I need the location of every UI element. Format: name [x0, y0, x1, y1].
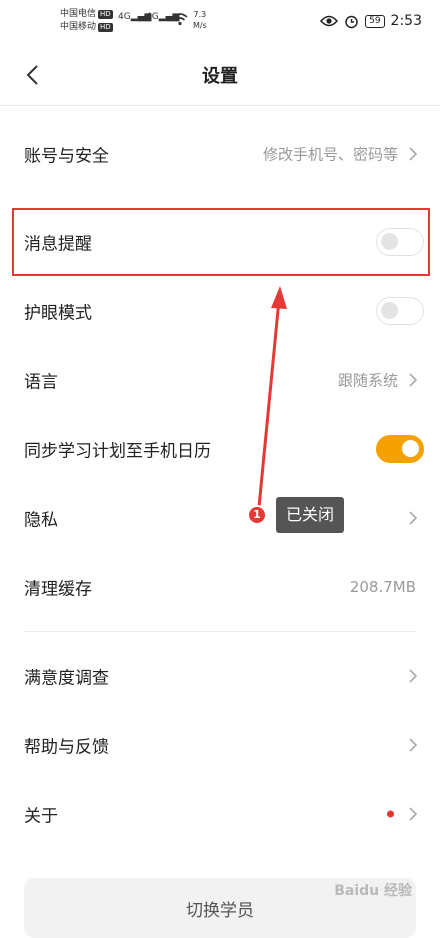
carrier-info: 中国电信 HD 中国移动 HD: [60, 8, 113, 34]
eye-icon: [320, 15, 339, 27]
row-satisfaction-survey[interactable]: 满意度调查: [0, 642, 440, 710]
row-sync-calendar: 同步学习计划至手机日历: [0, 415, 440, 483]
row-label: 帮助与反馈: [24, 737, 109, 758]
sync-calendar-toggle[interactable]: [376, 435, 424, 463]
toggle-knob: [381, 302, 398, 319]
nav-bar: 设置: [0, 44, 440, 106]
row-account-security[interactable]: 账号与安全 修改手机号、密码等: [0, 120, 440, 188]
chevron-right-icon: [409, 373, 418, 387]
watermark: Baidu 经验: [334, 883, 412, 899]
toggle-knob: [402, 440, 419, 457]
page-title: 设置: [202, 66, 238, 87]
row-about[interactable]: 关于: [0, 780, 440, 848]
row-value: 跟随系统: [337, 371, 398, 390]
wifi-icon: [172, 13, 188, 26]
battery-icon: 59: [365, 14, 385, 28]
status-tooltip: 已关闭: [276, 497, 345, 533]
carrier-1: 中国电信: [60, 9, 97, 19]
row-label: 隐私: [24, 510, 58, 531]
row-label: 关于: [24, 806, 58, 827]
status-right: 59 2:53: [320, 13, 422, 29]
row-label: 同步学习计划至手机日历: [24, 441, 211, 462]
row-clear-cache[interactable]: 清理缓存 208.7MB: [0, 553, 440, 621]
row-eye-protection: 护眼模式: [0, 277, 440, 345]
alarm-icon: [345, 15, 358, 28]
eye-protection-toggle[interactable]: [376, 297, 424, 325]
row-value: 208.7MB: [349, 578, 416, 596]
row-label: 清理缓存: [24, 579, 92, 600]
net-speed: 7.3 M/s: [193, 10, 207, 30]
step-marker: 1: [247, 505, 267, 525]
chevron-right-icon: [409, 511, 418, 525]
chevron-right-icon: [409, 807, 418, 821]
chevron-right-icon: [409, 738, 418, 752]
row-privacy[interactable]: 隐私: [0, 484, 440, 552]
row-label: 账号与安全: [24, 146, 109, 167]
highlight-box: [12, 208, 430, 276]
row-label: 满意度调查: [24, 668, 109, 689]
clock: 2:53: [390, 13, 422, 29]
new-badge-dot: [387, 810, 394, 818]
row-label: 护眼模式: [24, 303, 92, 324]
chevron-right-icon: [409, 669, 418, 683]
hd-badge: HD: [98, 10, 113, 19]
divider: [24, 631, 416, 632]
row-label: 语言: [24, 372, 58, 393]
carrier-2: 中国移动: [60, 22, 97, 32]
chevron-right-icon: [409, 147, 418, 161]
status-bar: 中国电信 HD 中国移动 HD 4G▂▄▆ 4G▂▄▆ 7.3 M/s 59 2:5…: [0, 0, 440, 44]
hd-badge: HD: [98, 23, 113, 32]
row-language[interactable]: 语言 跟随系统: [0, 346, 440, 414]
row-value: 修改手机号、密码等: [262, 145, 398, 164]
row-help-feedback[interactable]: 帮助与反馈: [0, 711, 440, 779]
